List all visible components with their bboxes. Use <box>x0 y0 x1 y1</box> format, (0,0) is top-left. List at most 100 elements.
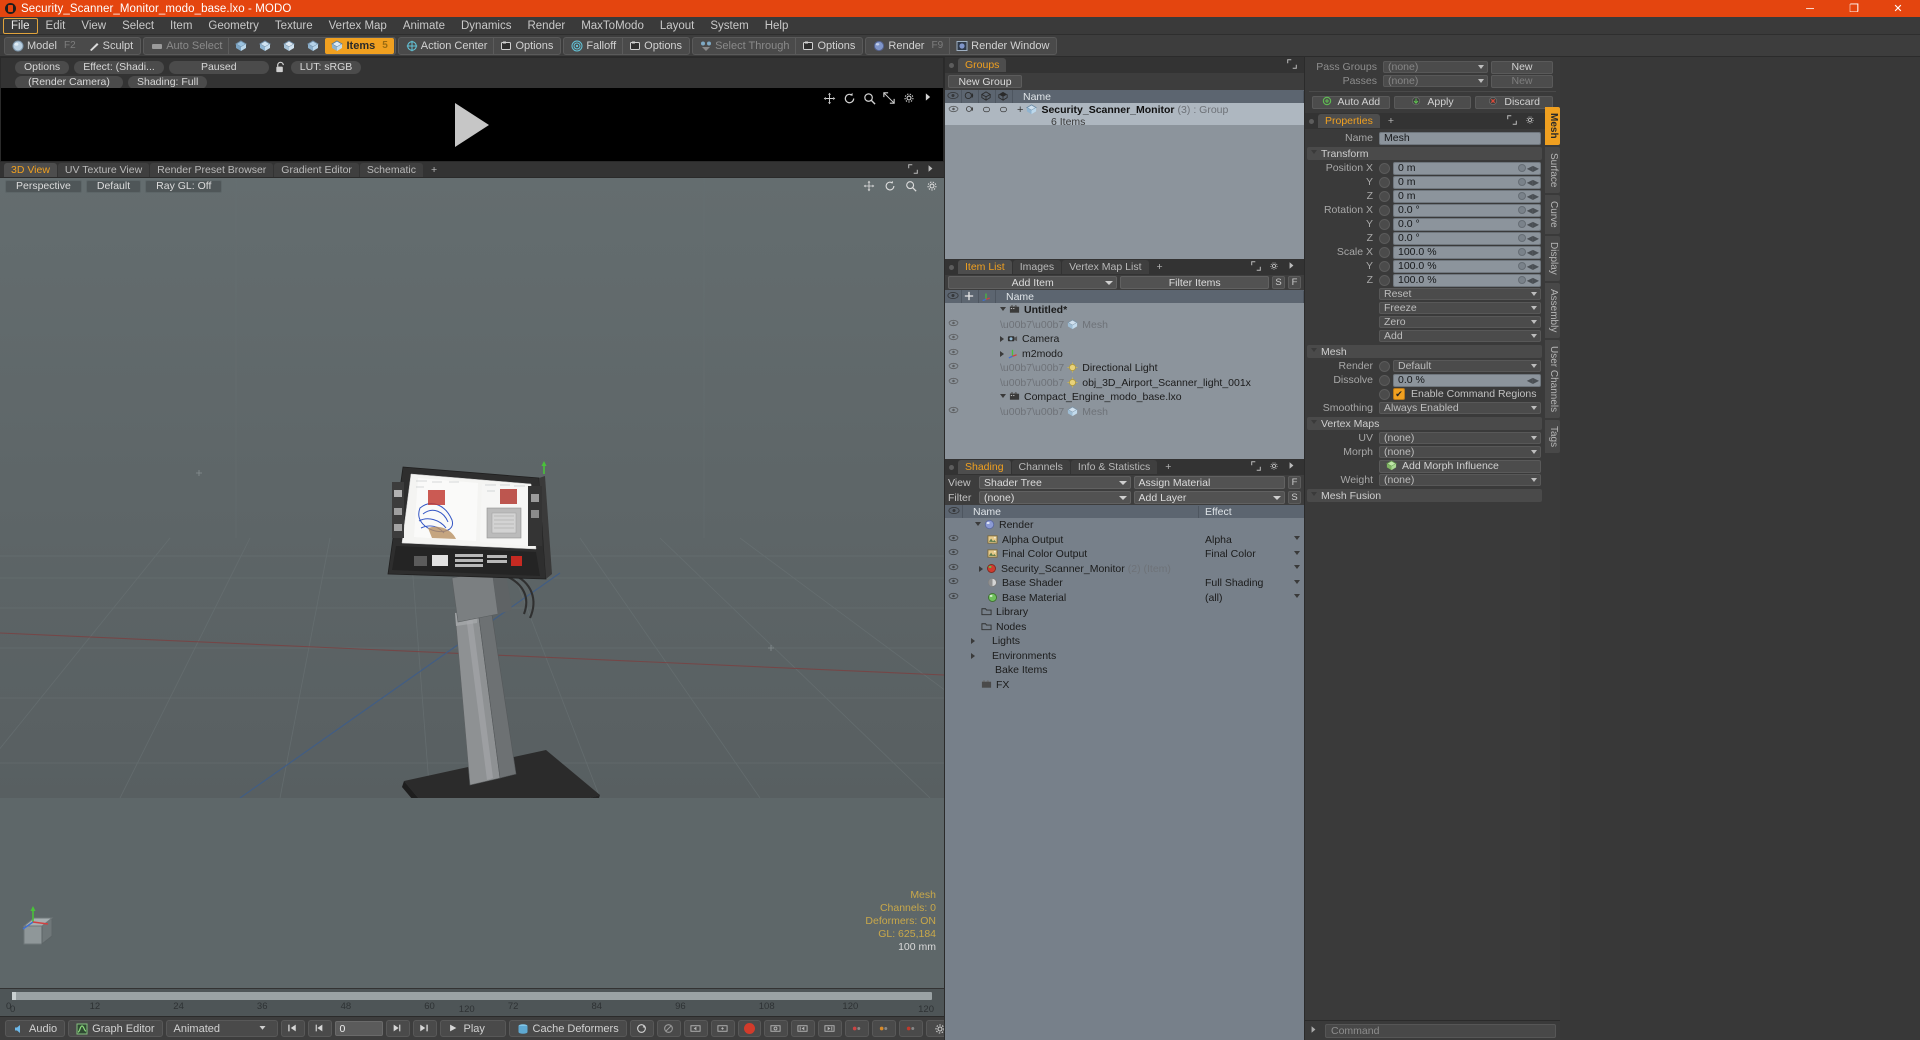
action-center-button[interactable]: Action Center <box>400 38 494 54</box>
row-transform-toggle[interactable] <box>979 405 996 420</box>
chevron-right-icon[interactable] <box>1287 461 1299 473</box>
row-visibility-toggle[interactable] <box>945 390 962 405</box>
auto-select-button[interactable]: Auto Select <box>145 38 228 54</box>
item-list[interactable]: Untitled* \u00b7\u00b7 Mesh Camera m2mod… <box>945 303 1304 459</box>
chevron-down-icon[interactable] <box>1294 536 1300 543</box>
scale-z-input[interactable]: 100.0 % ◀▶ <box>1393 273 1541 287</box>
menu-item-layout[interactable]: Layout <box>652 18 703 34</box>
value-knob[interactable] <box>1518 206 1526 214</box>
position-x-input[interactable]: 0 m ◀▶ <box>1393 161 1541 175</box>
tab-render-preset-browser[interactable]: Render Preset Browser <box>150 163 274 177</box>
expand-icon[interactable] <box>1507 115 1519 127</box>
menu-item-render[interactable]: Render <box>519 18 573 34</box>
row-lock-toggle[interactable] <box>962 303 979 318</box>
item-row[interactable]: \u00b7\u00b7 Directional Light <box>945 361 1304 376</box>
select-through-button[interactable]: Select Through <box>694 38 795 54</box>
record-button[interactable] <box>737 1020 761 1037</box>
channel-dot-icon[interactable] <box>1379 176 1390 188</box>
row-visibility-toggle[interactable] <box>945 405 962 420</box>
shader-row[interactable]: Render <box>945 518 1304 533</box>
row-visibility-toggle[interactable] <box>945 591 963 606</box>
timeline-track[interactable] <box>12 992 932 1000</box>
shader-row[interactable]: FX <box>945 678 1304 693</box>
render-window-button[interactable]: Render Window <box>950 38 1055 54</box>
lock-column-header[interactable] <box>962 290 979 303</box>
assign-material-button[interactable]: Assign Material <box>1133 476 1285 489</box>
expand-icon[interactable] <box>1251 261 1263 273</box>
position-z-input[interactable]: 0 m ◀▶ <box>1393 189 1541 203</box>
render-options-button[interactable]: Options <box>15 60 70 74</box>
pan-icon[interactable] <box>863 180 875 192</box>
shading-s-button[interactable]: S <box>1288 491 1301 504</box>
render-paused-button[interactable]: Paused <box>168 60 269 74</box>
row-lock-toggle[interactable] <box>996 104 1013 118</box>
menu-item-texture[interactable]: Texture <box>267 18 321 34</box>
shader-row[interactable]: Final Color Output Final Color <box>945 547 1304 562</box>
chevron-right-icon[interactable] <box>971 652 975 659</box>
name-input[interactable]: Mesh <box>1379 131 1541 145</box>
row-visibility-toggle[interactable] <box>945 678 963 693</box>
row-transform-toggle[interactable] <box>979 318 996 333</box>
row-visibility-toggle[interactable] <box>945 533 963 548</box>
rotation-y-input[interactable]: 0.0 ° ◀▶ <box>1393 217 1541 231</box>
edges-mode-button[interactable] <box>253 38 277 54</box>
transform-section-header[interactable]: Transform <box>1307 147 1542 160</box>
render-shading-button[interactable]: Shading: Full <box>128 75 208 89</box>
tab-info-statistics[interactable]: Info & Statistics <box>1070 460 1158 474</box>
spinner-icon[interactable]: ◀▶ <box>1527 220 1539 229</box>
channel-dot-icon[interactable] <box>1379 388 1390 400</box>
rotate-icon[interactable] <box>843 92 855 104</box>
row-visibility-toggle[interactable] <box>945 318 962 333</box>
item-row[interactable]: \u00b7\u00b7 Mesh <box>945 405 1304 420</box>
add-dropdown[interactable]: Add <box>1379 330 1541 342</box>
shader-effect-cell[interactable]: Final Color <box>1199 548 1304 560</box>
new-pass-button[interactable]: New <box>1491 74 1553 88</box>
spinner-icon[interactable]: ◀▶ <box>1527 276 1539 285</box>
select-column-header[interactable] <box>979 90 996 103</box>
chevron-right-icon[interactable] <box>1000 350 1004 357</box>
row-visibility-toggle[interactable] <box>945 562 963 577</box>
tab-item-list[interactable]: Item List <box>958 260 1012 274</box>
zoom-icon[interactable] <box>905 180 917 192</box>
row-visibility-toggle[interactable] <box>945 663 963 678</box>
position-y-input[interactable]: 0 m ◀▶ <box>1393 175 1541 189</box>
value-knob[interactable] <box>1518 192 1526 200</box>
spinner-icon[interactable]: ◀▶ <box>1527 248 1539 257</box>
tab-properties[interactable]: Properties <box>1318 114 1380 128</box>
row-visibility-toggle[interactable] <box>945 104 962 118</box>
channel-dot-icon[interactable] <box>1379 204 1390 216</box>
menu-item-dynamics[interactable]: Dynamics <box>453 18 519 34</box>
shader-effect-cell[interactable]: Full Shading <box>1199 577 1304 589</box>
channel-dot-icon[interactable] <box>1379 232 1390 244</box>
chevron-down-icon[interactable] <box>1294 550 1300 558</box>
row-transform-toggle[interactable] <box>979 376 996 391</box>
lock-column-header[interactable] <box>996 90 1013 103</box>
visibility-column-header[interactable] <box>945 90 962 103</box>
row-visibility-toggle[interactable] <box>945 332 962 347</box>
chevron-down-icon[interactable] <box>1000 306 1006 314</box>
row-transform-toggle[interactable] <box>979 332 996 347</box>
morph-dropdown[interactable]: (none) <box>1379 446 1541 458</box>
transform-column-header[interactable] <box>979 290 996 303</box>
render-preview-canvas[interactable] <box>1 88 943 161</box>
menu-item-file[interactable]: File <box>3 17 38 34</box>
side-tab-display[interactable]: Display <box>1545 235 1560 281</box>
apply-button[interactable]: Apply <box>1393 95 1472 109</box>
falloff-button[interactable]: Falloff <box>565 38 622 54</box>
audio-button[interactable]: Audio <box>5 1020 66 1037</box>
polygons-mode-button[interactable] <box>277 38 301 54</box>
shader-filter-dropdown[interactable]: (none) <box>979 491 1131 504</box>
key-last-button[interactable] <box>817 1020 842 1037</box>
chevron-down-icon[interactable] <box>975 521 981 529</box>
gear-icon[interactable] <box>926 180 938 192</box>
menu-item-help[interactable]: Help <box>757 18 797 34</box>
close-button[interactable]: ✕ <box>1876 0 1920 17</box>
spinner-icon[interactable]: ◀▶ <box>1527 178 1539 187</box>
row-visibility-toggle[interactable] <box>945 303 962 318</box>
mesh-fusion-section-header[interactable]: Mesh Fusion <box>1307 489 1542 502</box>
row-lock-toggle[interactable] <box>962 405 979 420</box>
scale-y-input[interactable]: 100.0 % ◀▶ <box>1393 259 1541 273</box>
render-camera-button[interactable]: (Render Camera) <box>15 75 123 89</box>
minimize-button[interactable]: ─ <box>1788 0 1832 17</box>
shader-tree-list[interactable]: Render Alpha Output Alpha Final Color Ou… <box>945 518 1304 1040</box>
